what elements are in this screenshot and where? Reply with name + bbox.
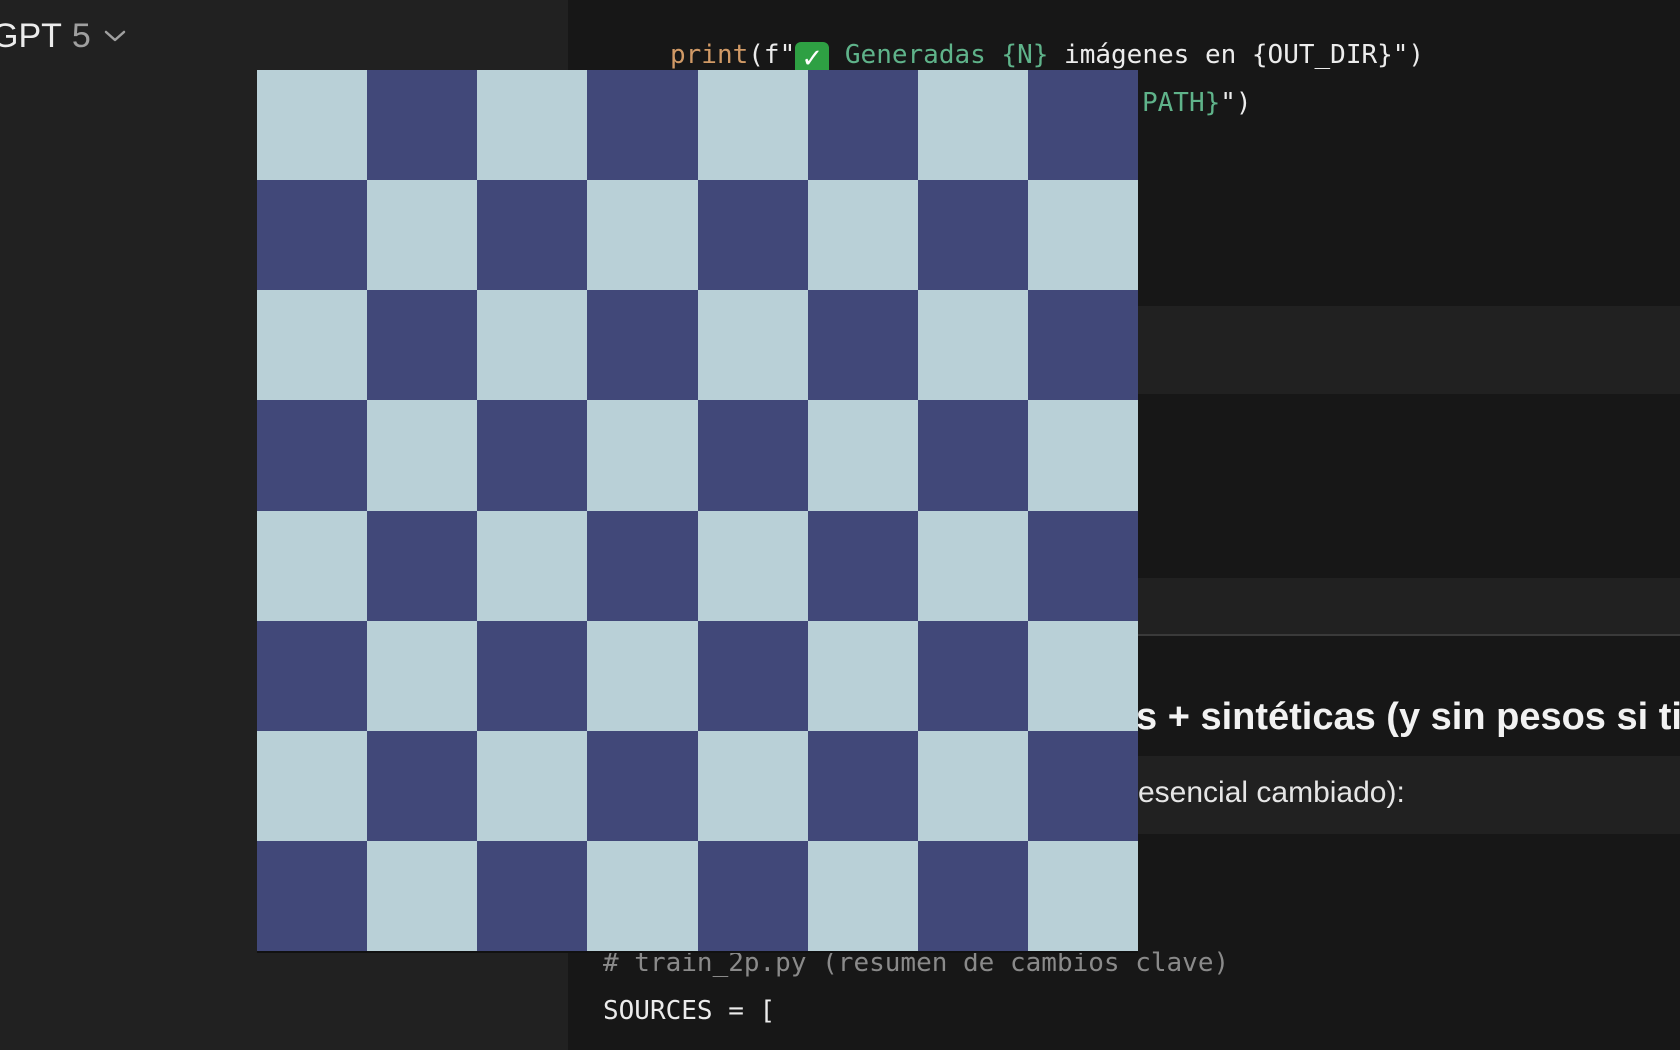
board-square-dark <box>587 510 698 621</box>
board-square-dark <box>917 620 1028 731</box>
model-version: 5 <box>71 16 91 55</box>
code-token-open: (f" <box>748 40 796 70</box>
code-token-string: PATH} <box>1142 88 1221 118</box>
board-square-light <box>1027 400 1138 511</box>
board-square-light <box>697 70 808 181</box>
board-square-dark <box>917 840 1028 951</box>
board-square-dark <box>1027 290 1138 401</box>
board-square-dark <box>697 400 808 511</box>
code-token-string: Generadas {N} <box>829 40 1049 70</box>
board-square-light <box>257 70 368 181</box>
code-token-rest: ") <box>1220 88 1252 118</box>
board-square-dark <box>697 180 808 291</box>
board-square-dark <box>807 510 918 621</box>
board-square-light <box>587 620 698 731</box>
board-square-light <box>367 620 478 731</box>
board-square-light <box>587 840 698 951</box>
board-square-light <box>697 730 808 841</box>
board-square-light <box>477 730 588 841</box>
checkerboard-image <box>257 70 1138 951</box>
board-square-light <box>917 730 1028 841</box>
board-square-light <box>807 400 918 511</box>
board-square-light <box>1027 180 1138 291</box>
board-square-dark <box>807 730 918 841</box>
board-square-dark <box>367 510 478 621</box>
board-square-dark <box>477 620 588 731</box>
board-square-dark <box>697 840 808 951</box>
board-square-light <box>917 70 1028 181</box>
board-square-dark <box>807 70 918 181</box>
model-selector-button[interactable]: GPT 5 <box>0 14 127 58</box>
board-square-dark <box>257 180 368 291</box>
board-square-light <box>257 730 368 841</box>
board-square-light <box>1027 840 1138 951</box>
board-square-dark <box>1027 70 1138 181</box>
code-token-rest: imágenes en {OUT_DIR}") <box>1048 40 1425 70</box>
board-square-dark <box>1027 510 1138 621</box>
board-square-dark <box>257 840 368 951</box>
board-square-light <box>697 510 808 621</box>
board-square-light <box>917 510 1028 621</box>
board-square-light <box>917 290 1028 401</box>
board-square-dark <box>477 840 588 951</box>
board-square-light <box>477 290 588 401</box>
code-line-sources: SOURCES = [ <box>603 996 776 1026</box>
board-square-dark <box>257 620 368 731</box>
section-paragraph: esencial cambiado): <box>1138 776 1405 809</box>
code-token-fn: print <box>670 40 749 70</box>
board-square-light <box>587 400 698 511</box>
board-square-dark <box>807 290 918 401</box>
board-square-dark <box>367 730 478 841</box>
board-square-light <box>807 620 918 731</box>
board-square-light <box>1027 620 1138 731</box>
board-square-light <box>257 290 368 401</box>
board-square-light <box>477 510 588 621</box>
board-square-light <box>367 180 478 291</box>
board-square-light <box>587 180 698 291</box>
board-square-light <box>367 840 478 951</box>
code-line-path: PATH}") <box>1142 88 1252 118</box>
board-square-light <box>807 180 918 291</box>
board-square-dark <box>587 730 698 841</box>
board-square-dark <box>917 400 1028 511</box>
board-square-dark <box>367 290 478 401</box>
board-square-light <box>807 840 918 951</box>
board-square-light <box>367 400 478 511</box>
board-square-dark <box>257 400 368 511</box>
board-square-light <box>257 510 368 621</box>
board-square-dark <box>367 70 478 181</box>
board-square-dark <box>917 180 1028 291</box>
board-square-light <box>477 70 588 181</box>
section-heading: s + sintéticas (y sin pesos si ti <box>1136 696 1680 738</box>
code-comment-line: # train_2p.py (resumen de cambios clave) <box>603 948 1230 978</box>
board-square-dark <box>587 70 698 181</box>
board-square-dark <box>587 290 698 401</box>
board-square-dark <box>1027 730 1138 841</box>
chevron-down-icon <box>104 30 126 42</box>
board-square-light <box>697 290 808 401</box>
board-square-dark <box>697 620 808 731</box>
model-name: GPT <box>0 16 62 55</box>
board-square-dark <box>477 180 588 291</box>
board-square-dark <box>477 400 588 511</box>
